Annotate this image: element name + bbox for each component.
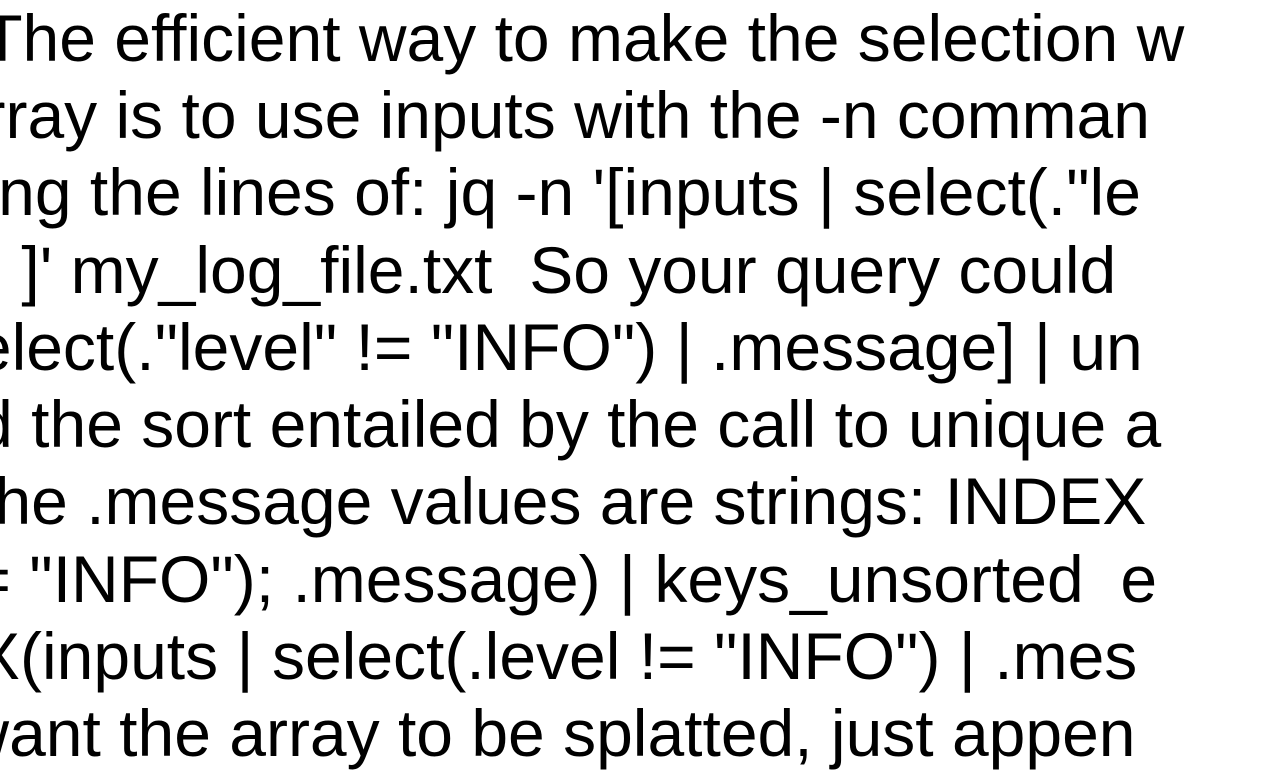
text-line: ng all the .message values are strings: … [0,464,1146,538]
text-line: level != "INFO"); .message) | keys_unsor… [0,542,1157,616]
text-line: o avoid the sort entailed by the call to… [0,387,1161,461]
text-line: uts | select(."level" != "INFO") | .mess… [0,310,1143,384]
text-line: g an array is to use inputs with the -n … [0,78,1150,152]
text-line: INFO") ]' my_log_file.txt So your query … [0,233,1135,307]
text-line: ver 1: The efficient way to make the sel… [0,1,1184,75]
text-line: INDEX(inputs | select(.level != "INFO") … [0,619,1137,693]
text-line: f you want the array to be splatted, jus… [0,696,1136,770]
answer-text-block: ver 1: The efficient way to make the sel… [0,0,1184,772]
text-line: on, along the lines of: jq -n '[inputs |… [0,155,1141,229]
